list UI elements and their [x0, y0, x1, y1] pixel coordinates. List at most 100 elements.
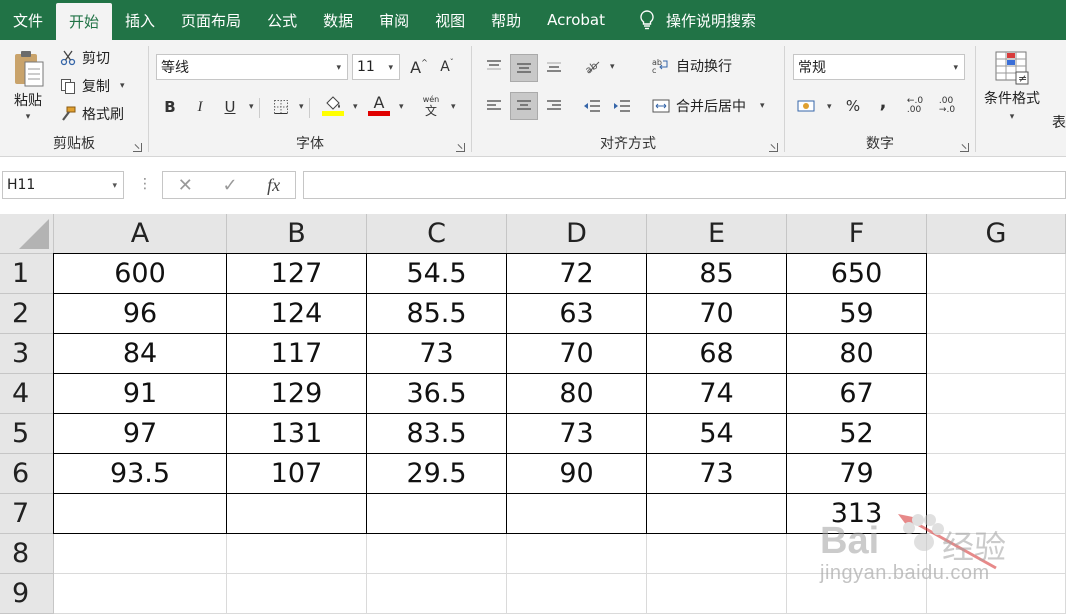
- cell-b3[interactable]: 117: [227, 334, 367, 374]
- cell-c6[interactable]: 29.5: [367, 454, 507, 494]
- cell-a8[interactable]: [54, 534, 227, 574]
- cell-f1[interactable]: 650: [787, 254, 927, 294]
- cell-c7[interactable]: [367, 494, 507, 534]
- column-header-c[interactable]: C: [367, 214, 507, 254]
- cell-d4[interactable]: 80: [507, 374, 647, 414]
- font-color-button[interactable]: A: [367, 93, 391, 117]
- cell-e5[interactable]: 54: [647, 414, 787, 454]
- row-header-3[interactable]: 3: [0, 334, 54, 374]
- row-header-4[interactable]: 4: [0, 374, 54, 414]
- cell-e6[interactable]: 73: [647, 454, 787, 494]
- tab-formulas[interactable]: 公式: [254, 0, 310, 40]
- cell-d3[interactable]: 70: [507, 334, 647, 374]
- column-header-a[interactable]: A: [54, 214, 227, 254]
- tab-home[interactable]: 开始: [56, 3, 113, 40]
- cell-c4[interactable]: 36.5: [367, 374, 507, 414]
- decrease-indent-button[interactable]: [580, 94, 604, 118]
- cell-g4[interactable]: [927, 374, 1066, 414]
- row-header-9[interactable]: 9: [0, 574, 54, 614]
- row-header-7[interactable]: 7: [0, 494, 54, 534]
- cell-g6[interactable]: [927, 454, 1066, 494]
- dialog-launcher-icon[interactable]: [133, 143, 142, 152]
- bold-button[interactable]: B: [158, 95, 182, 119]
- cell-g8[interactable]: [927, 534, 1066, 574]
- cell-c1[interactable]: 54.5: [367, 254, 507, 294]
- cell-b1[interactable]: 127: [227, 254, 367, 294]
- cell-f2[interactable]: 59: [787, 294, 927, 334]
- cell-e4[interactable]: 74: [647, 374, 787, 414]
- shrink-font-button[interactable]: Aˇ: [435, 55, 459, 79]
- cell-e7[interactable]: [647, 494, 787, 534]
- column-header-f[interactable]: F: [787, 214, 927, 254]
- cell-f3[interactable]: 80: [787, 334, 927, 374]
- cell-f4[interactable]: 67: [787, 374, 927, 414]
- row-header-2[interactable]: 2: [0, 294, 54, 334]
- cell-b4[interactable]: 129: [227, 374, 367, 414]
- align-right-button[interactable]: [542, 94, 566, 118]
- cell-f7[interactable]: 313: [787, 494, 927, 534]
- cell-b9[interactable]: [227, 574, 367, 614]
- top-align-button[interactable]: [482, 54, 506, 78]
- chevron-down-icon[interactable]: ▾: [760, 101, 765, 111]
- column-header-g[interactable]: G: [927, 214, 1066, 254]
- format-as-table-button[interactable]: 表: [1052, 112, 1066, 132]
- fill-color-button[interactable]: [321, 93, 345, 117]
- cell-d5[interactable]: 73: [507, 414, 647, 454]
- cell-g5[interactable]: [927, 414, 1066, 454]
- underline-button[interactable]: U: [218, 95, 242, 119]
- cell-b7[interactable]: [227, 494, 367, 534]
- select-all-button[interactable]: [0, 214, 54, 254]
- cancel-icon[interactable]: ✕: [178, 175, 193, 196]
- format-painter-button[interactable]: 格式刷: [58, 104, 124, 124]
- name-box[interactable]: H11 ▾: [2, 171, 124, 199]
- cell-c9[interactable]: [367, 574, 507, 614]
- cell-b8[interactable]: [227, 534, 367, 574]
- tab-help[interactable]: 帮助: [478, 0, 534, 40]
- copy-button[interactable]: 复制 ▾: [58, 76, 125, 96]
- comma-style-button[interactable]: ,: [871, 90, 895, 114]
- wrap-text-button[interactable]: ab c 自动换行: [650, 56, 732, 76]
- enter-check-icon[interactable]: ✓: [222, 175, 237, 196]
- tab-data[interactable]: 数据: [310, 0, 366, 40]
- cell-e8[interactable]: [647, 534, 787, 574]
- increase-decimal-button[interactable]: ←.0.00: [903, 94, 927, 118]
- formula-input[interactable]: [303, 171, 1066, 199]
- cell-g9[interactable]: [927, 574, 1066, 614]
- dialog-launcher-icon[interactable]: [769, 143, 778, 152]
- row-header-5[interactable]: 5: [0, 414, 54, 454]
- font-size-select[interactable]: 11 ▾: [352, 54, 400, 80]
- row-header-1[interactable]: 1: [0, 254, 54, 294]
- decrease-decimal-button[interactable]: .00 →.0: [935, 94, 959, 118]
- cell-f8[interactable]: [787, 534, 927, 574]
- grow-font-button[interactable]: A ^: [407, 55, 431, 79]
- cell-a5[interactable]: 97: [54, 414, 227, 454]
- tell-me-search[interactable]: 操作说明搜索: [618, 0, 756, 40]
- cell-c8[interactable]: [367, 534, 507, 574]
- paste-button[interactable]: 粘贴 ▾: [8, 48, 48, 128]
- column-header-b[interactable]: B: [227, 214, 367, 254]
- cell-g2[interactable]: [927, 294, 1066, 334]
- cell-b6[interactable]: 107: [227, 454, 367, 494]
- align-left-button[interactable]: [482, 94, 506, 118]
- cell-c2[interactable]: 85.5: [367, 294, 507, 334]
- tab-acrobat[interactable]: Acrobat: [534, 0, 618, 40]
- cell-e3[interactable]: 68: [647, 334, 787, 374]
- tab-review[interactable]: 审阅: [366, 0, 422, 40]
- cell-f6[interactable]: 79: [787, 454, 927, 494]
- row-header-8[interactable]: 8: [0, 534, 54, 574]
- chevron-down-icon[interactable]: ▾: [451, 102, 456, 112]
- cell-a4[interactable]: 91: [54, 374, 227, 414]
- tab-view[interactable]: 视图: [422, 0, 478, 40]
- cell-c3[interactable]: 73: [367, 334, 507, 374]
- cell-f9[interactable]: [787, 574, 927, 614]
- dialog-launcher-icon[interactable]: [456, 143, 465, 152]
- align-center-button[interactable]: [510, 92, 538, 120]
- number-format-select[interactable]: 常规 ▾: [793, 54, 965, 80]
- bottom-align-button[interactable]: [542, 54, 566, 78]
- italic-button[interactable]: I: [188, 95, 212, 119]
- cut-button[interactable]: 剪切: [58, 48, 110, 68]
- phonetic-guide-button[interactable]: wén 文: [419, 95, 443, 119]
- dialog-launcher-icon[interactable]: [960, 143, 969, 152]
- cell-d7[interactable]: [507, 494, 647, 534]
- chevron-down-icon[interactable]: ▾: [399, 102, 404, 112]
